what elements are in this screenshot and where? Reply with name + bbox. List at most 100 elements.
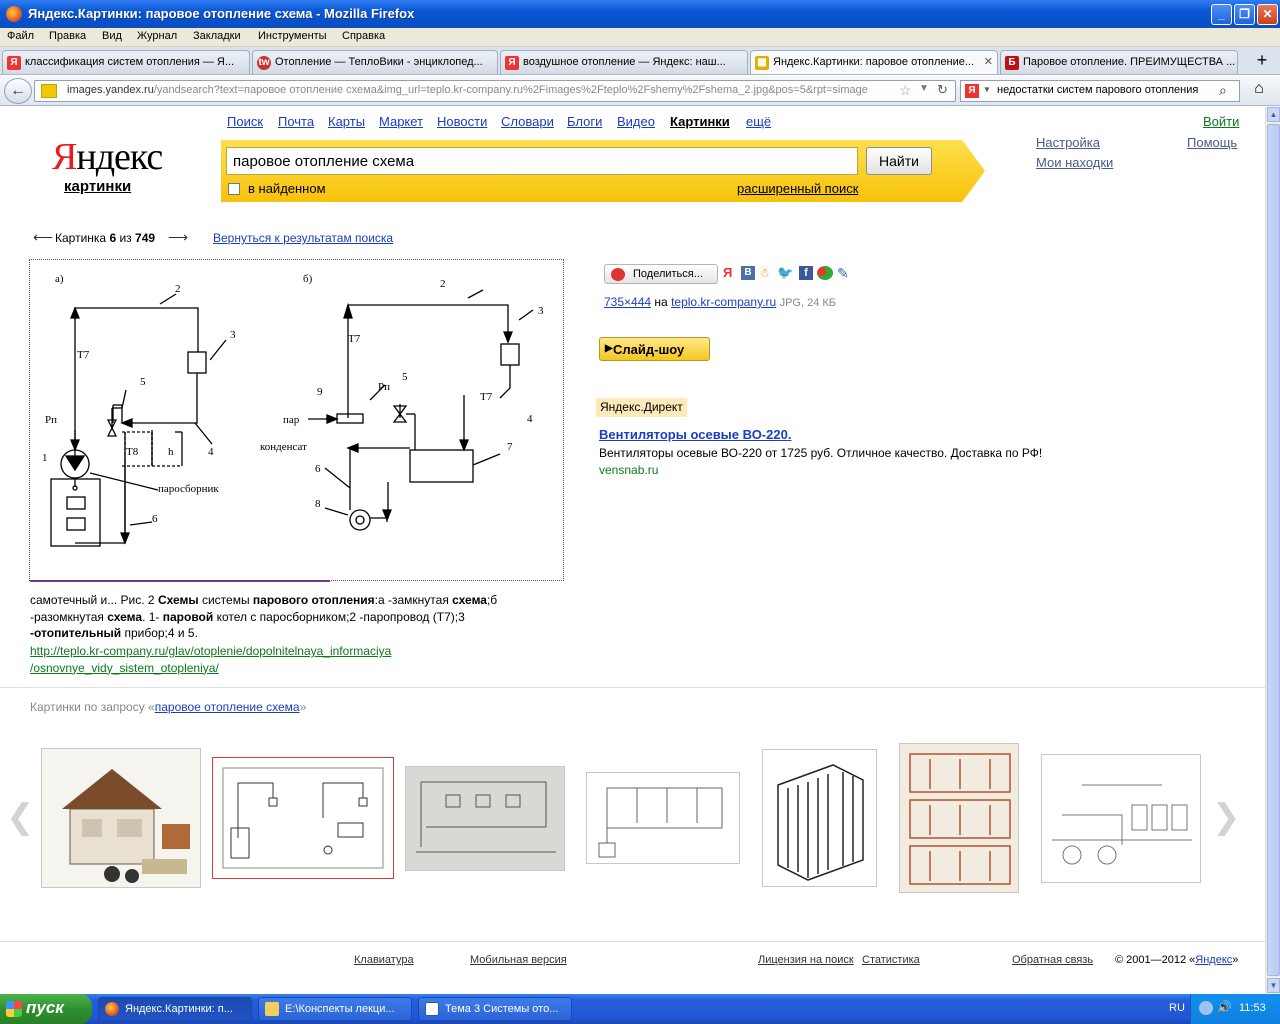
service-video[interactable]: Видео (617, 114, 655, 129)
yandex-share-icon[interactable]: Я (723, 265, 737, 281)
url-bar[interactable]: images.yandex.ru/yandsearch?text=паровое… (34, 80, 956, 102)
vk-icon[interactable]: В (741, 266, 755, 280)
pager-text: Картинка 6 из 749 (55, 231, 156, 245)
footer-keyboard-link[interactable]: Клавиатура (354, 954, 414, 966)
tab-5[interactable]: Б Паровое отопление. ПРЕИМУЩЕСТВА ... (1000, 50, 1238, 74)
menu-bookmarks[interactable]: Закладки (193, 30, 241, 42)
svg-text:3: 3 (230, 329, 236, 341)
livejournal-pencil-icon[interactable]: ✎ (837, 265, 853, 281)
url-dropdown-icon[interactable]: ▼ (919, 83, 929, 94)
thumbnail-4[interactable] (586, 772, 740, 864)
related-query-link[interactable]: паровое отопление схема (155, 700, 300, 714)
settings-link[interactable]: Настройка (1036, 135, 1100, 150)
slideshow-button[interactable]: ▶ Слайд-шоу (599, 337, 710, 361)
maximize-icon[interactable]: ❐ (1234, 4, 1255, 25)
footer-license-link[interactable]: Лицензия на поиск (758, 954, 854, 966)
task-word[interactable]: Тема 3 Системы ото... (418, 997, 572, 1021)
advanced-search-link[interactable]: расширенный поиск (737, 181, 858, 196)
thumbnail-6[interactable] (899, 743, 1019, 893)
tray-icon[interactable] (1199, 1001, 1213, 1015)
scroll-down-icon[interactable]: ▼ (1267, 978, 1280, 993)
facebook-icon[interactable]: f (799, 266, 813, 280)
footer-feedback-link[interactable]: Обратная связь (1012, 954, 1093, 966)
direct-label[interactable]: Яндекс.Директ (596, 398, 687, 417)
moi-mir-icon[interactable]: ☃ (759, 266, 775, 280)
task-firefox[interactable]: Яндекс.Картинки: п... (98, 997, 252, 1021)
start-button[interactable]: пуск (0, 994, 92, 1024)
scroll-up-icon[interactable]: ▲ (1267, 107, 1280, 122)
share-button[interactable]: Поделиться... (604, 264, 718, 284)
menu-history[interactable]: Журнал (137, 30, 177, 42)
service-search[interactable]: Поиск (227, 114, 263, 129)
service-market[interactable]: Маркет (379, 114, 423, 129)
service-mail[interactable]: Почта (278, 114, 314, 129)
vertical-scrollbar[interactable]: ▲ ▼ (1265, 107, 1280, 994)
search-bar[interactable]: Я ▼ недостатки систем парового отопления… (960, 80, 1240, 102)
odnoklassniki-icon[interactable] (817, 266, 833, 280)
engine-dropdown-icon[interactable]: ▼ (983, 85, 991, 94)
reload-icon[interactable]: ↻ (937, 82, 948, 98)
service-more[interactable]: ещё (746, 114, 771, 129)
menu-view[interactable]: Вид (102, 30, 122, 42)
thumbnail-1[interactable] (41, 748, 201, 888)
window-title: Яндекс.Картинки: паровое отопление схема… (28, 6, 415, 21)
service-news[interactable]: Новости (437, 114, 487, 129)
footer-stats-link[interactable]: Статистика (862, 954, 920, 966)
main-image[interactable]: а) б) 2 3 5 4 Т7 Рп Т8 h 1 паросборник 6… (29, 259, 564, 581)
tab-4-active[interactable]: ▦ Яндекс.Картинки: паровое отопление... … (750, 50, 998, 74)
tab-3[interactable]: Я воздушное отопление — Яндекс: наш... (500, 50, 748, 74)
thumbnail-5[interactable] (762, 749, 877, 887)
footer-yandex-link[interactable]: Яндекс (1195, 954, 1232, 966)
thumbnail-7[interactable] (1041, 754, 1201, 883)
carousel-prev-icon[interactable]: ❮ (6, 797, 35, 837)
search-input[interactable] (226, 147, 858, 175)
ad-title-link[interactable]: Вентиляторы осевые ВО-220. (599, 427, 791, 442)
prev-arrow-icon[interactable]: ⟵ (33, 229, 53, 246)
yandex-engine-icon[interactable]: Я (965, 84, 979, 98)
in-found-checkbox[interactable] (228, 183, 240, 195)
close-icon[interactable]: ✕ (1257, 4, 1278, 25)
window-title-bar[interactable]: Яндекс.Картинки: паровое отопление схема… (0, 0, 1280, 28)
service-blogs[interactable]: Блоги (567, 114, 602, 129)
scroll-thumb[interactable] (1267, 124, 1280, 976)
label-a: а) (55, 273, 64, 285)
menu-file[interactable]: Файл (7, 30, 34, 42)
tab-close-icon[interactable]: ✕ (984, 55, 993, 68)
logo-subtitle-images[interactable]: картинки (64, 178, 131, 195)
next-arrow-icon[interactable]: ⟶ (168, 229, 188, 246)
tab-label: Отопление — ТеплоВики - энциклопед... (275, 56, 483, 68)
tab-2[interactable]: tw Отопление — ТеплоВики - энциклопед... (252, 50, 498, 74)
carousel-next-icon[interactable]: ❯ (1212, 797, 1241, 837)
new-tab-icon[interactable]: + (1248, 50, 1276, 72)
footer-mobile-link[interactable]: Мобильная версия (470, 954, 567, 966)
language-indicator[interactable]: RU (1169, 1002, 1185, 1014)
service-dictionaries[interactable]: Словари (501, 114, 554, 129)
twitter-icon[interactable]: 🐦 (777, 265, 793, 280)
thumbnail-2-current[interactable] (212, 757, 394, 879)
ad-domain[interactable]: vensnab.ru (599, 463, 658, 477)
menu-help[interactable]: Справка (342, 30, 385, 42)
my-finds-link[interactable]: Мои находки (1036, 155, 1113, 170)
bookmark-star-icon[interactable]: ☆ (895, 82, 912, 99)
login-link[interactable]: Войти (1203, 114, 1239, 129)
home-icon[interactable]: ⌂ (1246, 80, 1272, 102)
speaker-icon[interactable]: 🔊 (1217, 1000, 1232, 1014)
find-button[interactable]: Найти (866, 147, 932, 175)
help-link[interactable]: Помощь (1187, 135, 1237, 150)
image-site-link[interactable]: teplo.kr-company.ru (671, 295, 776, 309)
back-arrow-icon[interactable]: ← (4, 78, 32, 104)
menu-bar: Файл Правка Вид Журнал Закладки Инструме… (0, 28, 1280, 47)
thumbnail-3[interactable] (405, 766, 565, 871)
service-maps[interactable]: Карты (328, 114, 365, 129)
task-explorer[interactable]: E:\Конспекты лекци... (258, 997, 412, 1021)
menu-edit[interactable]: Правка (49, 30, 86, 42)
tab-1[interactable]: Я классификация систем отопления — Я... (2, 50, 250, 74)
source-url-link[interactable]: http://teplo.kr-company.ru/glav/otopleni… (30, 643, 391, 676)
search-magnifier-icon[interactable]: ⌕ (1219, 82, 1227, 99)
back-to-results-link[interactable]: Вернуться к результатам поиска (213, 231, 393, 245)
image-size-link[interactable]: 735×444 (604, 295, 651, 309)
yandex-logo[interactable]: Яндекс (52, 135, 163, 179)
minimize-icon[interactable]: _ (1211, 4, 1232, 25)
service-images-current[interactable]: Картинки (670, 114, 730, 129)
menu-tools[interactable]: Инструменты (258, 30, 327, 42)
